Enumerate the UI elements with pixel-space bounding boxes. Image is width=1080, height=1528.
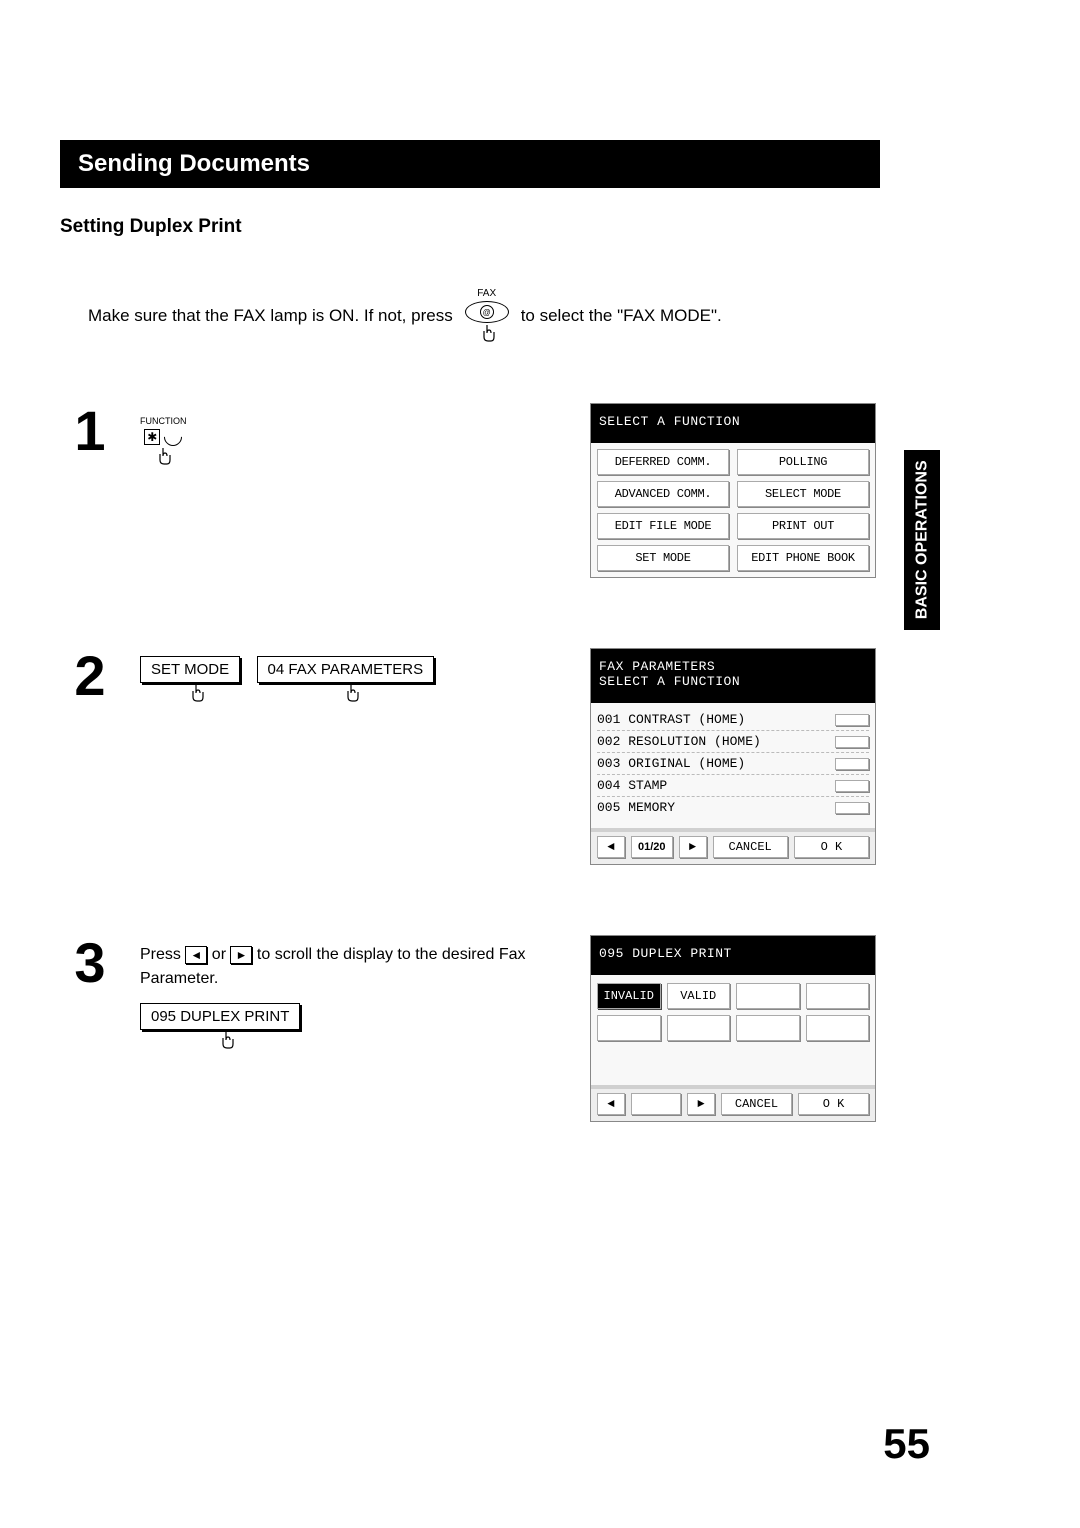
lcd3-cancel-button[interactable]: CANCEL bbox=[721, 1093, 792, 1115]
lcd2-prev-button[interactable]: ◄ bbox=[597, 836, 625, 858]
asterisk-icon: ✱ bbox=[144, 429, 160, 445]
step-1-number: 1 bbox=[60, 403, 120, 459]
lcd-screen-1: SELECT A FUNCTION DEFERRED COMM. POLLING… bbox=[590, 403, 876, 578]
function-key-icon: FUNCTION ✱ bbox=[140, 416, 187, 466]
lcd3-spacer bbox=[631, 1093, 681, 1115]
intro-text: Make sure that the FAX lamp is ON. If no… bbox=[88, 288, 880, 343]
fax-parameters-button[interactable]: 04 FAX PARAMETERS bbox=[257, 656, 435, 683]
lcd3-opt-invalid[interactable]: INVALID bbox=[597, 983, 661, 1009]
intro-part1: Make sure that the FAX lamp is ON. If no… bbox=[88, 306, 453, 326]
page-subtitle: Setting Duplex Print bbox=[60, 216, 880, 238]
section-tab: BASIC OPERATIONS bbox=[904, 450, 940, 630]
arrow-left-key[interactable]: ◄ bbox=[185, 946, 207, 964]
lcd3-opt-empty bbox=[597, 1015, 661, 1041]
lcd3-header: 095 DUPLEX PRINT bbox=[591, 936, 875, 975]
step3-text2: or bbox=[212, 946, 231, 963]
step-3-number: 3 bbox=[60, 935, 120, 991]
lcd3-opt-empty bbox=[806, 1015, 870, 1041]
function-key-label: FUNCTION bbox=[140, 416, 187, 426]
step-3: 3 Press ◄ or ► to scroll the display to … bbox=[60, 935, 880, 1122]
lcd3-opt-valid[interactable]: VALID bbox=[667, 983, 731, 1009]
step-1: 1 FUNCTION ✱ SELECT A FUNCTION DEFER bbox=[60, 403, 880, 578]
list-item-label: 001 CONTRAST (HOME) bbox=[597, 712, 745, 727]
page-title: Sending Documents bbox=[60, 140, 880, 188]
list-item[interactable]: 004 STAMP bbox=[597, 775, 869, 797]
list-item-value-box bbox=[835, 758, 869, 770]
list-item-value-box bbox=[835, 780, 869, 792]
lcd1-opt-phonebook[interactable]: EDIT PHONE BOOK bbox=[737, 545, 869, 571]
arrow-left-icon: ◄ bbox=[607, 1097, 614, 1111]
lcd1-opt-setmode[interactable]: SET MODE bbox=[597, 545, 729, 571]
press-hand-icon bbox=[215, 1032, 237, 1050]
list-item[interactable]: 001 CONTRAST (HOME) bbox=[597, 709, 869, 731]
lcd2-header-line1: FAX PARAMETERS bbox=[599, 659, 867, 674]
step-2: 2 SET MODE 04 FAX PARAMETERS FAX PARAMET… bbox=[60, 648, 880, 865]
list-item-label: 005 MEMORY bbox=[597, 800, 675, 815]
lcd3-opt-empty bbox=[667, 1015, 731, 1041]
lcd2-header-line2: SELECT A FUNCTION bbox=[599, 674, 867, 689]
fax-button-label: FAX bbox=[477, 288, 496, 299]
lcd3-opt-empty bbox=[736, 983, 800, 1009]
set-mode-button[interactable]: SET MODE bbox=[140, 656, 240, 683]
step3-text1: Press bbox=[140, 946, 185, 963]
section-tab-label: BASIC OPERATIONS bbox=[913, 461, 931, 620]
step-2-number: 2 bbox=[60, 648, 120, 704]
press-hand-icon bbox=[476, 325, 498, 343]
arrow-right-key[interactable]: ► bbox=[230, 946, 252, 964]
press-hand-icon bbox=[340, 685, 362, 703]
intro-part2: to select the "FAX MODE". bbox=[521, 306, 722, 326]
arrow-right-icon: ► bbox=[697, 1097, 704, 1111]
arrow-right-icon: ► bbox=[689, 840, 696, 854]
list-item[interactable]: 003 ORIGINAL (HOME) bbox=[597, 753, 869, 775]
list-item-label: 003 ORIGINAL (HOME) bbox=[597, 756, 745, 771]
lcd1-header: SELECT A FUNCTION bbox=[591, 404, 875, 443]
lcd2-next-button[interactable]: ► bbox=[679, 836, 707, 858]
lcd2-ok-button[interactable]: O K bbox=[794, 836, 869, 858]
lcd3-opt-empty bbox=[806, 983, 870, 1009]
list-item-value-box bbox=[835, 736, 869, 748]
list-item-value-box bbox=[835, 802, 869, 814]
list-item-label: 004 STAMP bbox=[597, 778, 667, 793]
fax-button-icon: FAX @ bbox=[465, 288, 509, 343]
lcd2-page-indicator: 01/20 bbox=[631, 836, 673, 858]
lcd-screen-3: 095 DUPLEX PRINT INVALID VALID ◄ bbox=[590, 935, 876, 1122]
step3-instruction: Press ◄ or ► to scroll the display to th… bbox=[140, 943, 570, 991]
list-item-label: 002 RESOLUTION (HOME) bbox=[597, 734, 761, 749]
page-number: 55 bbox=[883, 1420, 930, 1468]
lcd1-opt-polling[interactable]: POLLING bbox=[737, 449, 869, 475]
lcd1-opt-printout[interactable]: PRINT OUT bbox=[737, 513, 869, 539]
duplex-print-button[interactable]: 095 DUPLEX PRINT bbox=[140, 1003, 300, 1030]
list-item-value-box bbox=[835, 714, 869, 726]
lcd3-prev-button[interactable]: ◄ bbox=[597, 1093, 625, 1115]
lcd1-opt-deferred[interactable]: DEFERRED COMM. bbox=[597, 449, 729, 475]
list-item[interactable]: 005 MEMORY bbox=[597, 797, 869, 818]
lcd1-opt-advanced[interactable]: ADVANCED COMM. bbox=[597, 481, 729, 507]
lcd1-opt-editfile[interactable]: EDIT FILE MODE bbox=[597, 513, 729, 539]
lcd2-header: FAX PARAMETERS SELECT A FUNCTION bbox=[591, 649, 875, 703]
arc-icon bbox=[161, 424, 186, 449]
press-hand-icon bbox=[185, 685, 207, 703]
lcd-screen-2: FAX PARAMETERS SELECT A FUNCTION 001 CON… bbox=[590, 648, 876, 865]
lcd3-ok-button[interactable]: O K bbox=[798, 1093, 869, 1115]
lcd3-next-button[interactable]: ► bbox=[687, 1093, 715, 1115]
arrow-right-icon: ► bbox=[236, 946, 248, 964]
arrow-left-icon: ◄ bbox=[607, 840, 614, 854]
arrow-left-icon: ◄ bbox=[190, 946, 202, 964]
lcd1-opt-selectmode[interactable]: SELECT MODE bbox=[737, 481, 869, 507]
list-item[interactable]: 002 RESOLUTION (HOME) bbox=[597, 731, 869, 753]
press-hand-icon bbox=[152, 448, 174, 466]
lcd3-opt-empty bbox=[736, 1015, 800, 1041]
lcd2-cancel-button[interactable]: CANCEL bbox=[713, 836, 788, 858]
